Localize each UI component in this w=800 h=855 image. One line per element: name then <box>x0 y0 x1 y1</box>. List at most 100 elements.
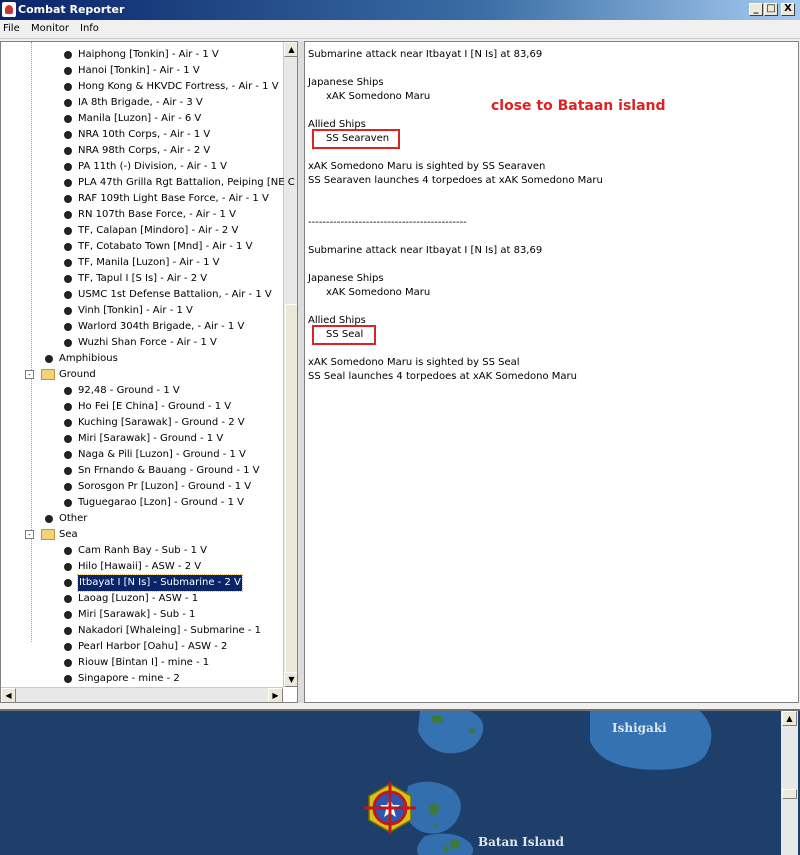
tree-item-label: NRA 10th Corps, - Air - 1 V <box>78 129 211 140</box>
maximize-button[interactable]: □ <box>764 3 778 16</box>
tree-item-label: Laoag [Luzon] - ASW - 1 <box>78 593 199 604</box>
tree-horizontal-scrollbar[interactable]: ◀ ▶ <box>1 687 283 702</box>
report-line: SS Searaven launches 4 torpedoes at xAK … <box>308 175 603 186</box>
tree-item-label: Haiphong [Tonkin] - Air - 1 V <box>78 49 219 60</box>
app-icon <box>2 2 16 17</box>
tree-vertical-scrollbar[interactable]: ▲ ▼ <box>283 42 297 687</box>
leaf-bullet-icon <box>64 83 72 91</box>
highlight-box <box>312 129 400 149</box>
folder-open-icon <box>41 369 55 380</box>
tree-item-label: USMC 1st Defense Battalion, - Air - 1 V <box>78 289 272 300</box>
leaf-bullet-icon <box>64 435 72 443</box>
leaf-bullet-icon <box>64 499 72 507</box>
highlight-box <box>312 325 376 345</box>
leaf-bullet-icon <box>64 131 72 139</box>
tree-item-label: Cam Ranh Bay - Sub - 1 V <box>78 545 207 556</box>
tree-item-label: TF, Manila [Luzon] - Air - 1 V <box>78 257 220 268</box>
leaf-bullet-icon <box>64 563 72 571</box>
tree-item-label: Warlord 304th Brigade, - Air - 1 V <box>78 321 245 332</box>
map-label-batan-island: Batan Island <box>478 835 564 849</box>
tree-item-label: Pearl Harbor [Oahu] - ASW - 2 <box>78 641 228 652</box>
leaf-bullet-icon <box>64 339 72 347</box>
tree-item-label: Ho Fei [E China] - Ground - 1 V <box>78 401 232 412</box>
map-label-ishigaki: Ishigaki <box>612 721 667 735</box>
tree-item-label: Manila [Luzon] - Air - 6 V <box>78 113 202 124</box>
tree-item-label: RN 107th Base Force, - Air - 1 V <box>78 209 236 220</box>
tree-scroll-thumb[interactable] <box>285 304 297 674</box>
minimize-button[interactable]: _ <box>749 3 763 16</box>
tree-item-label: Nakadori [Whaleing] - Submarine - 1 <box>78 625 262 636</box>
window-title: Combat Reporter <box>18 3 125 16</box>
leaf-bullet-icon <box>64 579 72 587</box>
annotation-text: close to Bataan island <box>491 98 666 114</box>
tree-item-label: Ground <box>59 369 96 380</box>
tree-item-label: Sea <box>59 529 78 540</box>
report-line: xAK Somedono Maru <box>326 287 431 298</box>
tree-item-label: NRA 98th Corps, - Air - 2 V <box>78 145 211 156</box>
combat-reporter-window: Combat Reporter _ □ X File Monitor Info … <box>0 0 800 855</box>
tree-item-label: Sorosgon Pr [Luzon] - Ground - 1 V <box>78 481 252 492</box>
map-scroll-up-arrow-icon[interactable]: ▲ <box>782 711 797 726</box>
leaf-bullet-icon <box>64 163 72 171</box>
menu-info[interactable]: Info <box>80 23 99 34</box>
tree-item-label: Naga & Pili [Luzon] - Ground - 1 V <box>78 449 246 460</box>
leaf-bullet-icon <box>64 643 72 651</box>
map-view[interactable]: Ishigaki Batan Island ▲ <box>0 709 800 855</box>
leaf-bullet-icon <box>64 595 72 603</box>
tree-item-label: Hanoi [Tonkin] - Air - 1 V <box>78 65 200 76</box>
menu-bar: File Monitor Info <box>0 20 800 39</box>
menu-file[interactable]: File <box>3 23 20 34</box>
leaf-bullet-icon <box>64 387 72 395</box>
leaf-bullet-icon <box>64 259 72 267</box>
report-tree[interactable]: ▲ ▼ ◀ ▶ Haiphong [Tonkin] - Air - 1 V Han… <box>0 41 298 703</box>
leaf-bullet-icon <box>45 355 53 363</box>
folder-open-icon <box>41 529 55 540</box>
tree-item-label: PA 11th (-) Division, - Air - 1 V <box>78 161 228 172</box>
scroll-down-arrow-icon[interactable]: ▼ <box>284 672 297 687</box>
report-line: xAK Somedono Maru is sighted by SS Seara… <box>308 161 546 172</box>
leaf-bullet-icon <box>64 179 72 187</box>
scroll-left-arrow-icon[interactable]: ◀ <box>1 688 16 702</box>
tree-item-label: Kuching [Sarawak] - Ground - 2 V <box>78 417 245 428</box>
report-line: SS Seal launches 4 torpedoes at xAK Some… <box>308 371 578 382</box>
collapse-toggle-icon[interactable]: - <box>25 370 34 379</box>
map-scroll-thumb[interactable] <box>782 789 797 799</box>
leaf-bullet-icon <box>64 307 72 315</box>
tree-item-label: Hong Kong & HKVDC Fortress, - Air - 1 V <box>78 81 279 92</box>
report-line: Japanese Ships <box>308 77 384 88</box>
leaf-bullet-icon <box>64 323 72 331</box>
leaf-bullet-icon <box>64 147 72 155</box>
leaf-bullet-icon <box>64 483 72 491</box>
leaf-bullet-icon <box>64 211 72 219</box>
close-button[interactable]: X <box>781 3 795 16</box>
tree-item-label: Amphibious <box>59 353 118 364</box>
leaf-bullet-icon <box>64 627 72 635</box>
leaf-bullet-icon <box>64 195 72 203</box>
tree-item-label: Vinh [Tonkin] - Air - 1 V <box>78 305 193 316</box>
report-line: xAK Somedono Maru is sighted by SS Seal <box>308 357 520 368</box>
tree-item-label: Tuguegarao [Lzon] - Ground - 1 V <box>78 497 244 508</box>
tree-item-label: 92,48 - Ground - 1 V <box>78 385 180 396</box>
map-vertical-scrollbar[interactable]: ▲ <box>781 711 798 855</box>
report-line: xAK Somedono Maru <box>326 91 431 102</box>
scroll-up-arrow-icon[interactable]: ▲ <box>284 42 297 57</box>
scroll-right-arrow-icon[interactable]: ▶ <box>268 688 283 702</box>
menu-monitor[interactable]: Monitor <box>31 23 69 34</box>
leaf-bullet-icon <box>64 51 72 59</box>
tree-item-label: TF, Tapul I [S Is] - Air - 2 V <box>78 273 208 284</box>
report-line: Submarine attack near Itbayat I [N Is] a… <box>308 49 543 60</box>
leaf-bullet-icon <box>64 243 72 251</box>
tree-item-label: Itbayat I [N Is] - Submarine - 2 V <box>77 574 243 592</box>
tree-item-label: Sn Frnando & Bauang - Ground - 1 V <box>78 465 260 476</box>
collapse-toggle-icon[interactable]: - <box>25 530 34 539</box>
tree-item-label: RAF 109th Light Base Force, - Air - 1 V <box>78 193 269 204</box>
tree-item-label: TF, Calapan [Mindoro] - Air - 2 V <box>78 225 239 236</box>
map-graphic <box>364 711 712 855</box>
leaf-bullet-icon <box>64 275 72 283</box>
report-text-pane[interactable]: close to Bataan island Submarine attack … <box>304 41 799 703</box>
title-bar[interactable]: Combat Reporter _ □ X <box>0 0 800 20</box>
leaf-bullet-icon <box>64 227 72 235</box>
tree-guide-line <box>31 42 32 642</box>
leaf-bullet-icon <box>64 547 72 555</box>
leaf-bullet-icon <box>64 403 72 411</box>
